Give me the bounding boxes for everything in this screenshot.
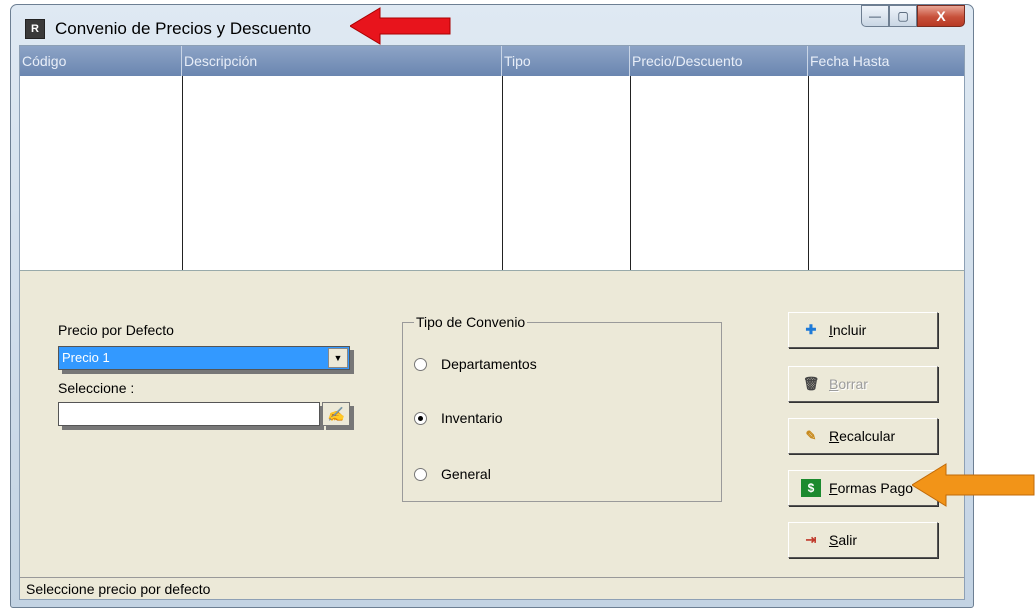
radio-inventario[interactable]: Inventario (414, 410, 502, 426)
button-label: Incluir (829, 322, 867, 338)
close-button[interactable]: X (917, 5, 965, 27)
column-divider (502, 76, 503, 270)
button-label: Formas Pago (829, 480, 914, 496)
minimize-button[interactable]: — (861, 5, 889, 27)
seleccione-label: Seleccione : (58, 380, 135, 396)
recalcular-button[interactable]: ✎ Recalcular (788, 418, 938, 454)
salir-button[interactable]: ⇥ Salir (788, 522, 938, 558)
radio-general[interactable]: General (414, 466, 491, 482)
main-window: R Convenio de Precios y Descuento — ▢ X … (10, 4, 974, 608)
maximize-button[interactable]: ▢ (889, 5, 917, 27)
tipo-convenio-title: Tipo de Convenio (414, 314, 528, 330)
button-label: Salir (829, 532, 858, 548)
column-divider (182, 76, 183, 270)
add-icon: ✚ (805, 322, 817, 337)
money-icon: $ (801, 479, 821, 497)
radio-label: Departamentos (441, 356, 537, 372)
button-label: Recalcular (829, 428, 896, 444)
radio-departamentos[interactable]: Departamentos (414, 356, 537, 372)
column-header-fecha-hasta[interactable]: Fecha Hasta (808, 46, 964, 76)
borrar-button[interactable]: 🗑 Borrar (788, 366, 938, 402)
column-header-precio-descuento[interactable]: Precio/Descuento (630, 46, 808, 76)
chevron-down-icon[interactable]: ▼ (328, 348, 348, 368)
title-bar[interactable]: R Convenio de Precios y Descuento — ▢ X (11, 5, 973, 47)
grid-header: Código Descripción Tipo Precio/Descuento… (20, 46, 964, 76)
column-divider (630, 76, 631, 270)
window-controls: — ▢ X (861, 5, 965, 29)
column-header-descripcion[interactable]: Descripción (182, 46, 502, 76)
trash-icon: 🗑 (802, 376, 820, 391)
column-header-codigo[interactable]: Código (20, 46, 182, 76)
precio-label: Precio por Defecto (58, 322, 174, 338)
precio-dropdown-value: Precio 1 (62, 350, 110, 365)
precio-dropdown[interactable]: Precio 1 ▼ (58, 346, 350, 370)
status-bar: Seleccione precio por defecto (20, 577, 964, 599)
status-text: Seleccione precio por defecto (26, 581, 211, 597)
exit-door-icon: ⇥ (805, 532, 817, 547)
client-area: Código Descripción Tipo Precio/Descuento… (19, 45, 965, 600)
radio-label: General (441, 466, 491, 482)
radio-label: Inventario (441, 410, 503, 426)
red-arrow-annotation (350, 7, 451, 45)
radio-circle-icon[interactable] (414, 357, 427, 371)
seleccione-input[interactable] (58, 402, 320, 426)
pencil-icon: ✎ (805, 428, 817, 443)
orange-arrow-annotation (912, 463, 1035, 507)
data-grid[interactable]: Código Descripción Tipo Precio/Descuento… (20, 46, 964, 271)
incluir-button[interactable]: ✚ Incluir (788, 312, 938, 348)
window-title: Convenio de Precios y Descuento (55, 19, 312, 38)
radio-circle-icon[interactable] (414, 411, 427, 425)
column-divider (808, 76, 809, 270)
browse-pen-icon[interactable]: ✍ (322, 402, 350, 426)
button-label: Borrar (829, 376, 868, 392)
column-header-tipo[interactable]: Tipo (502, 46, 630, 76)
app-icon[interactable]: R (25, 19, 45, 39)
radio-circle-icon[interactable] (414, 467, 427, 481)
